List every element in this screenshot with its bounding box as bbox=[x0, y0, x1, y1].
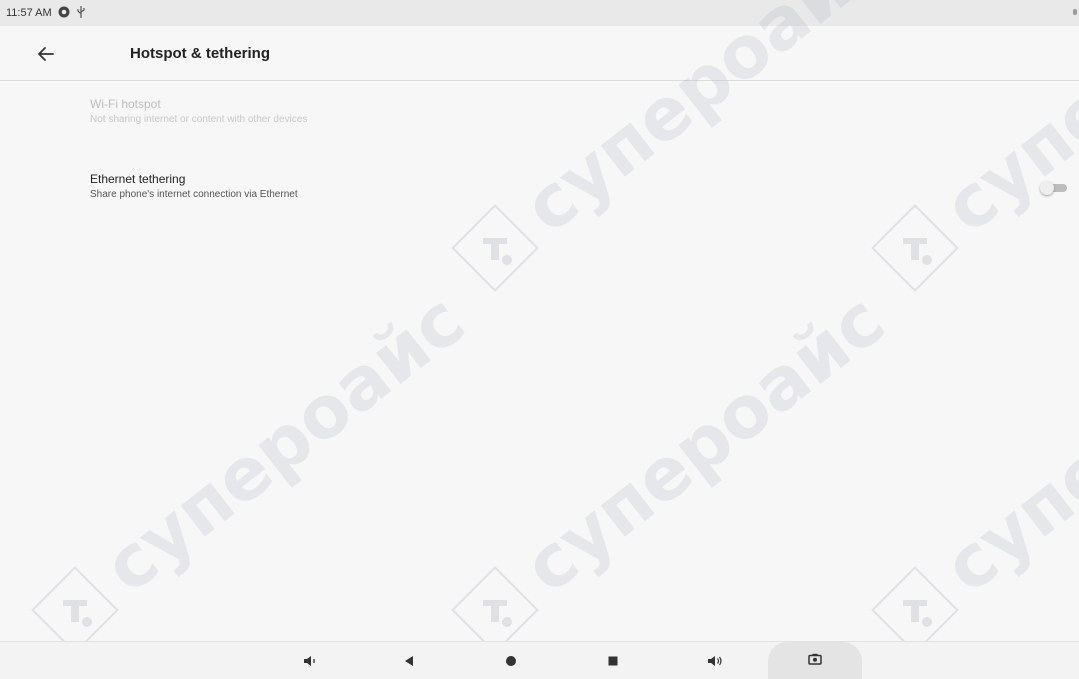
watermark-text: супероайс bbox=[88, 277, 480, 609]
usb-icon bbox=[76, 5, 86, 21]
ethernet-tethering-summary: Share phone's internet connection via Et… bbox=[90, 189, 298, 200]
wifi-hotspot-summary: Not sharing internet or content with oth… bbox=[90, 114, 308, 125]
back-triangle-icon[interactable] bbox=[389, 642, 429, 679]
watermark-text: супероайс bbox=[928, 277, 1079, 609]
notification-circle-icon bbox=[58, 6, 70, 21]
watermark-logo-icon bbox=[451, 204, 539, 292]
screenshot-camera-icon bbox=[808, 652, 822, 670]
android-screen: 11:57 AM Hotspot & tethering Wi-Fi hotsp… bbox=[0, 0, 1079, 679]
app-bar: Hotspot & tethering bbox=[0, 26, 1079, 81]
page-title: Hotspot & tethering bbox=[130, 45, 270, 62]
ethernet-tethering-preference[interactable]: Ethernet tethering Share phone's interne… bbox=[90, 172, 1020, 200]
home-circle-icon[interactable] bbox=[491, 642, 531, 679]
status-time: 11:57 AM bbox=[6, 7, 52, 19]
wifi-hotspot-preference[interactable]: Wi-Fi hotspot Not sharing internet or co… bbox=[90, 97, 1020, 125]
battery-icon bbox=[1073, 9, 1077, 15]
volume-up-icon[interactable] bbox=[695, 642, 735, 679]
watermark-text: супероайс bbox=[508, 277, 900, 609]
wifi-hotspot-title: Wi-Fi hotspot bbox=[90, 97, 161, 111]
screenshot-button[interactable] bbox=[768, 642, 862, 679]
back-arrow-icon[interactable] bbox=[36, 44, 56, 64]
toggle-thumb bbox=[1040, 181, 1054, 195]
recents-square-icon[interactable] bbox=[593, 642, 633, 679]
ethernet-tethering-title: Ethernet tethering bbox=[90, 172, 186, 186]
volume-down-icon[interactable] bbox=[290, 642, 330, 679]
navigation-bar bbox=[0, 641, 1079, 679]
ethernet-tethering-toggle[interactable] bbox=[1040, 181, 1070, 195]
watermark-logo-icon bbox=[871, 204, 959, 292]
status-bar: 11:57 AM bbox=[0, 0, 1079, 26]
